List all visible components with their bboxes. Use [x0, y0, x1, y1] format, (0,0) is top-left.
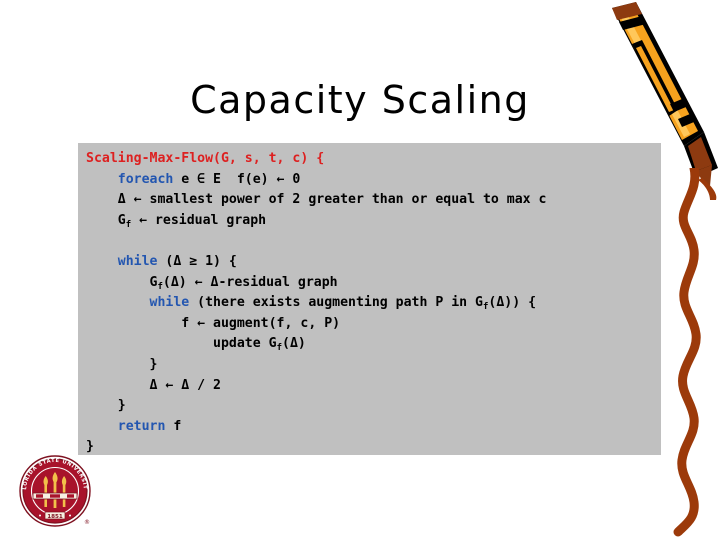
code-line: while (there exists augmenting path P in…: [86, 293, 661, 314]
code-token: Δ ← Δ / 2: [149, 377, 221, 393]
pseudocode-block: Scaling-Max-Flow(G, s, t, c) { foreach e…: [78, 143, 661, 455]
code-token: while: [149, 295, 190, 311]
code-token: (Δ)) {: [488, 295, 537, 311]
page-title: Capacity Scaling: [190, 78, 530, 122]
code-line: }: [86, 396, 661, 417]
code-token: Scaling-Max-Flow(G, s, t, c) {: [86, 151, 325, 166]
code-token: e ∈ E f(e) ← 0: [173, 171, 301, 187]
university-seal-logo: FLORIDA STATE UNIVERSITY 1851 ®: [13, 448, 94, 530]
code-token: G: [117, 212, 126, 228]
code-line: f ← augment(f, c, P): [86, 314, 661, 335]
code-token: }: [149, 356, 158, 372]
code-token: (there exists augmenting path P in G: [189, 295, 483, 311]
code-token: foreach: [117, 171, 174, 187]
code-token: Δ ← smallest power of 2 greater than or …: [117, 192, 547, 208]
code-token: ← residual graph: [131, 212, 267, 228]
code-token: }: [117, 398, 126, 414]
svg-text:1851: 1851: [47, 514, 63, 520]
code-token: f ← augment(f, c, P): [181, 315, 341, 331]
code-line: update Gf(Δ): [86, 334, 661, 355]
code-token: update G: [213, 336, 277, 352]
svg-text:®: ®: [84, 519, 90, 526]
code-token: return: [117, 418, 166, 434]
code-token: (Δ): [282, 336, 306, 352]
code-line: Δ ← Δ / 2: [86, 376, 661, 397]
code-line: Δ ← smallest power of 2 greater than or …: [86, 190, 661, 211]
code-line: }: [86, 437, 661, 458]
code-line: Scaling-Max-Flow(G, s, t, c) {: [86, 149, 661, 170]
code-token: (Δ) ← Δ-residual graph: [162, 274, 338, 290]
code-line: while (Δ ≥ 1) {: [86, 252, 661, 273]
code-line: return f: [86, 417, 661, 438]
code-token: f: [165, 418, 182, 434]
code-line: Gf ← residual graph: [86, 211, 661, 232]
code-token: (Δ ≥ 1) {: [157, 253, 237, 269]
code-line: foreach e ∈ E f(e) ← 0: [86, 170, 661, 191]
code-token: while: [117, 253, 158, 269]
code-line: Gf(Δ) ← Δ-residual graph: [86, 273, 661, 294]
code-line: }: [86, 355, 661, 376]
